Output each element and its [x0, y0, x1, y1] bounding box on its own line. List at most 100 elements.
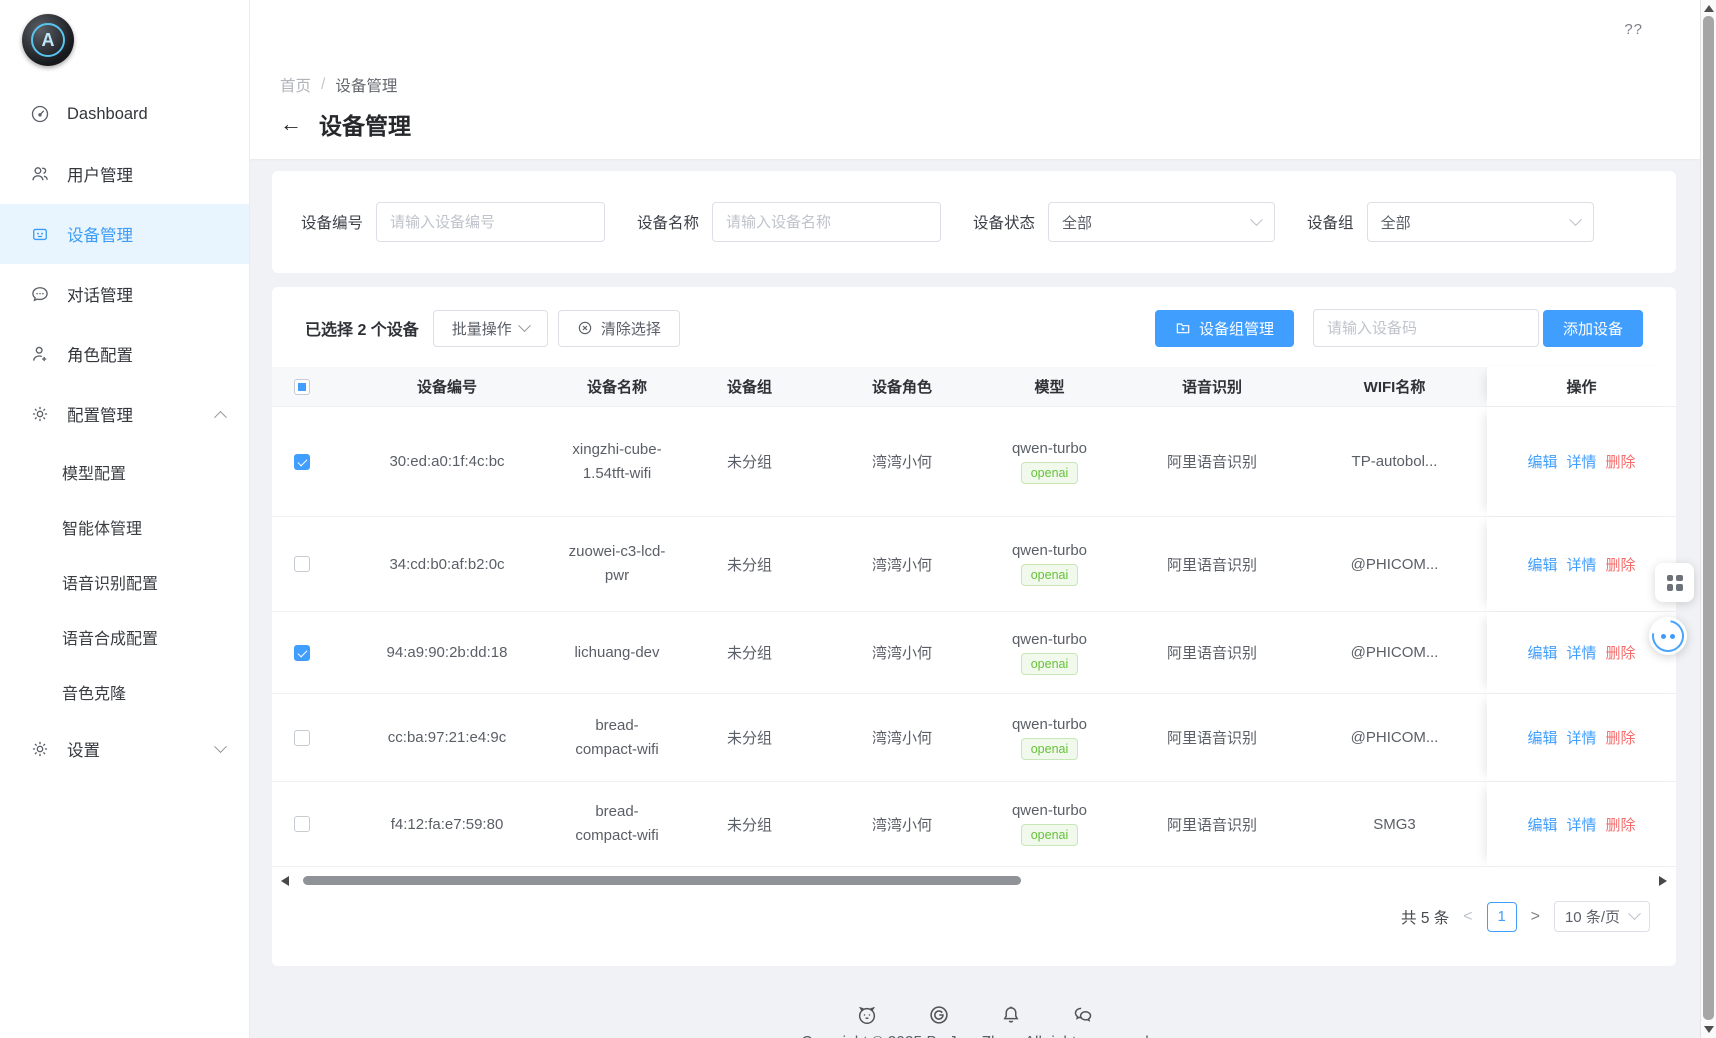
- cell-device-name: lichuang-dev: [562, 612, 672, 693]
- horizontal-scroll-track[interactable]: [293, 876, 1655, 886]
- vertical-scrollbar[interactable]: [1700, 0, 1716, 1038]
- sidebar-item-label: 角色配置: [67, 342, 133, 366]
- users-icon: [30, 164, 50, 184]
- main-area: ?? 首页 / 设备管理 ← 设备管理 设备编号 设备名称: [250, 0, 1700, 1038]
- edit-link[interactable]: 编辑: [1527, 814, 1557, 835]
- assistant-face-icon: [1661, 634, 1666, 639]
- col-header-wifi: WIFI名称: [1302, 367, 1487, 406]
- sidebar-subitem-model-config[interactable]: 模型配置: [0, 444, 249, 499]
- sidebar-item-label: 用户管理: [67, 162, 133, 186]
- cell-actions: 编辑 详情 删除: [1487, 694, 1676, 781]
- sidebar-subitem-tts-config[interactable]: 语音合成配置: [0, 609, 249, 664]
- sidebar-item-dashboard[interactable]: Dashboard: [0, 84, 249, 144]
- scroll-left-arrow-icon[interactable]: [281, 876, 289, 886]
- detail-link[interactable]: 详情: [1566, 451, 1596, 472]
- cell-device-group: 未分组: [672, 612, 827, 693]
- sidebar-item-device-management[interactable]: 设备管理: [0, 204, 249, 264]
- sidebar-subitem-asr-config[interactable]: 语音识别配置: [0, 554, 249, 609]
- detail-link[interactable]: 详情: [1566, 554, 1596, 575]
- sidebar-item-config-management[interactable]: 配置管理: [0, 384, 249, 444]
- cell-asr: 阿里语音识别: [1122, 612, 1302, 693]
- edit-link[interactable]: 编辑: [1527, 642, 1557, 663]
- row-checkbox[interactable]: [294, 730, 310, 746]
- sidebar-subitem-label: 语音合成配置: [62, 625, 158, 649]
- sidebar: A Dashboard 用户管理 设备管理 对话管理 角色配置: [0, 0, 250, 1038]
- col-header-device-name: 设备名称: [562, 367, 672, 406]
- cell-device-role: 湾湾小何: [827, 517, 977, 611]
- scroll-down-arrow-icon[interactable]: [1704, 1026, 1714, 1033]
- help-indicator[interactable]: ??: [1624, 21, 1643, 38]
- cell-device-code: cc:ba:97:21:e4:9c: [332, 694, 562, 781]
- sidebar-item-role-config[interactable]: 角色配置: [0, 324, 249, 384]
- floating-assistant-button[interactable]: [1649, 617, 1687, 655]
- batch-actions-button[interactable]: 批量操作: [433, 310, 548, 347]
- edit-link[interactable]: 编辑: [1527, 554, 1557, 575]
- horizontal-scroll-thumb[interactable]: [303, 876, 1021, 885]
- col-header-model: 模型: [977, 367, 1122, 406]
- breadcrumb-home[interactable]: 首页: [280, 74, 311, 96]
- table-toolbar: 已选择 2 个设备 批量操作 清除选择 设备组管理 添加设备: [272, 309, 1676, 347]
- cell-actions: 编辑 详情 删除: [1487, 782, 1676, 866]
- cell-device-name: zuowei-c3-lcd-pwr: [562, 517, 672, 611]
- pagination-next-button[interactable]: >: [1531, 908, 1540, 926]
- circle-close-icon: [577, 320, 593, 336]
- add-device-code-input[interactable]: [1313, 309, 1539, 347]
- cell-device-role: 湾湾小何: [827, 407, 977, 516]
- back-arrow-icon[interactable]: ←: [280, 113, 302, 135]
- device-name-input[interactable]: [712, 202, 941, 242]
- pagination-page-1[interactable]: 1: [1487, 902, 1517, 932]
- sidebar-item-label: 配置管理: [67, 402, 133, 426]
- row-checkbox[interactable]: [294, 556, 310, 572]
- gitee-icon[interactable]: [928, 1004, 950, 1026]
- col-header-device-code: 设备编号: [332, 367, 562, 406]
- delete-link[interactable]: 删除: [1606, 554, 1636, 575]
- col-header-actions: 操作: [1487, 367, 1676, 406]
- clear-selection-button[interactable]: 清除选择: [558, 310, 680, 347]
- edit-link[interactable]: 编辑: [1527, 727, 1557, 748]
- model-name: qwen-turbo: [1012, 802, 1087, 819]
- bell-icon[interactable]: [1000, 1004, 1022, 1026]
- role-icon: [30, 344, 50, 364]
- detail-link[interactable]: 详情: [1566, 814, 1596, 835]
- edit-link[interactable]: 编辑: [1527, 451, 1557, 472]
- table-header-row: 设备编号 设备名称 设备组 设备角色 模型 语音识别 WIFI名称 操作: [272, 367, 1676, 407]
- sidebar-subitem-agent-management[interactable]: 智能体管理: [0, 499, 249, 554]
- detail-link[interactable]: 详情: [1566, 727, 1596, 748]
- vertical-scroll-thumb[interactable]: [1703, 16, 1714, 1020]
- select-all-checkbox[interactable]: [294, 379, 310, 395]
- device-code-input[interactable]: [376, 202, 605, 242]
- device-status-select[interactable]: 全部: [1048, 202, 1275, 242]
- sidebar-subitem-voice-clone[interactable]: 音色克隆: [0, 664, 249, 719]
- filter-card: 设备编号 设备名称 设备状态 全部 设备组 全部: [272, 171, 1676, 273]
- batch-actions-label: 批量操作: [452, 318, 512, 339]
- pagination-prev-button[interactable]: <: [1463, 908, 1472, 926]
- device-group-manage-button[interactable]: 设备组管理: [1155, 310, 1294, 347]
- github-icon[interactable]: [856, 1004, 878, 1026]
- delete-link[interactable]: 删除: [1606, 642, 1636, 663]
- horizontal-scrollbar: [281, 874, 1667, 888]
- scroll-up-arrow-icon[interactable]: [1704, 5, 1714, 12]
- scroll-right-arrow-icon[interactable]: [1659, 876, 1667, 886]
- sidebar-item-settings[interactable]: 设置: [0, 719, 249, 779]
- wechat-icon[interactable]: [1072, 1004, 1094, 1026]
- delete-link[interactable]: 删除: [1606, 451, 1636, 472]
- device-group-select[interactable]: 全部: [1367, 202, 1594, 242]
- detail-link[interactable]: 详情: [1566, 642, 1596, 663]
- floating-grid-button[interactable]: [1655, 563, 1694, 602]
- sidebar-item-user-management[interactable]: 用户管理: [0, 144, 249, 204]
- gear-icon: [30, 404, 50, 424]
- delete-link[interactable]: 删除: [1606, 727, 1636, 748]
- cell-device-name: xingzhi-cube-1.54tft-wifi: [562, 407, 672, 516]
- page-size-select[interactable]: 10 条/页: [1554, 901, 1650, 932]
- sidebar-item-conversation-management[interactable]: 对话管理: [0, 264, 249, 324]
- pagination: 共 5 条 < 1 > 10 条/页: [272, 901, 1676, 932]
- footer-icons: [856, 1004, 1094, 1026]
- add-device-button[interactable]: 添加设备: [1543, 310, 1643, 347]
- folder-icon: [1175, 320, 1191, 336]
- delete-link[interactable]: 删除: [1606, 814, 1636, 835]
- row-checkbox[interactable]: [294, 645, 310, 661]
- row-checkbox[interactable]: [294, 454, 310, 470]
- device-status-value: 全部: [1062, 212, 1092, 233]
- model-provider-tag: openai: [1021, 564, 1079, 586]
- row-checkbox[interactable]: [294, 816, 310, 832]
